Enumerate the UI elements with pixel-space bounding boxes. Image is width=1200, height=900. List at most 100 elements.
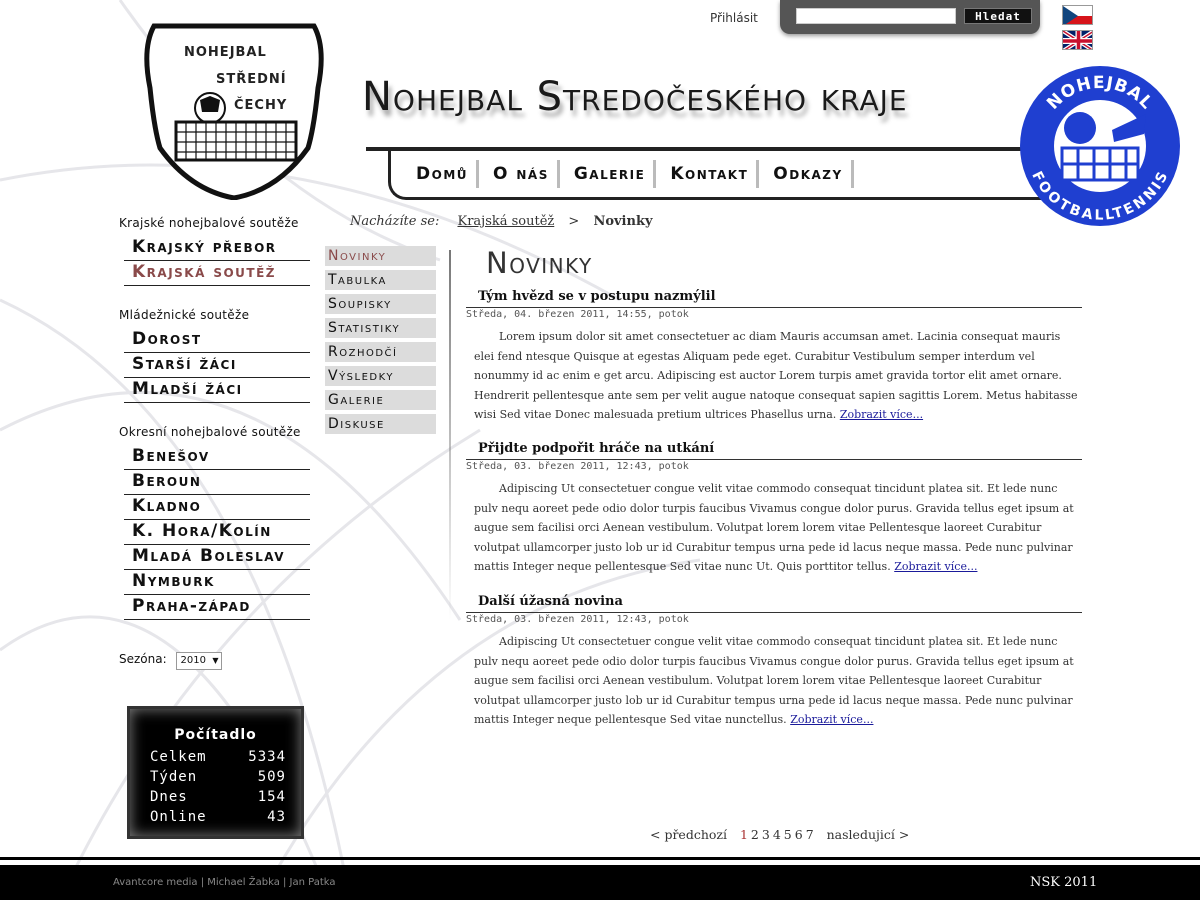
breadcrumb: Nacházíte se: Krajská soutěž > Novinky bbox=[350, 214, 653, 229]
season-label: Sezóna: bbox=[119, 652, 167, 666]
counter-value: 154 bbox=[257, 789, 286, 805]
news-article: Přijdte podpořit hráče na utkání Středa,… bbox=[466, 441, 1082, 577]
pagination: < předchozí 1234567 nasledujicí > bbox=[650, 827, 912, 842]
article-body: Adipiscing Ut consectetuer congue velit … bbox=[466, 632, 1082, 730]
site-logo[interactable]: NOHEJBAL STŘEDNÍ ČECHY bbox=[138, 18, 330, 201]
breadcrumb-link[interactable]: Krajská soutěž bbox=[457, 214, 554, 229]
article-title[interactable]: Další úžasná novina bbox=[466, 594, 1082, 613]
search-button[interactable]: Hledat bbox=[964, 8, 1032, 24]
main-nav: Domů O nás Galerie Kontakt Odkazy bbox=[408, 160, 860, 188]
sidebar-section-title: Okresní nohejbalové soutěže bbox=[119, 425, 301, 439]
page-link[interactable]: 3 bbox=[762, 827, 770, 842]
visit-counter: Počítadlo Celkem 5334 Týden 509 Dnes 154 On… bbox=[127, 706, 304, 839]
counter-label: Online bbox=[150, 809, 207, 825]
sidebar-item-kutna-hora-kolin[interactable]: K. Hora/Kolín bbox=[124, 520, 310, 545]
czech-flag-icon[interactable] bbox=[1062, 5, 1093, 25]
article-text: Lorem ipsum dolor sit amet consectetuer … bbox=[474, 330, 1078, 422]
submenu-vysledky[interactable]: Výsledky bbox=[325, 366, 436, 386]
article-text: Adipiscing Ut consectetuer congue velit … bbox=[474, 482, 1074, 574]
logo-text-line-3: ČECHY bbox=[234, 98, 288, 113]
logo-text-line-1: NOHEJBAL bbox=[184, 45, 267, 60]
footer-credits: Avantcore media | Michael Žabka | Jan Pa… bbox=[113, 877, 336, 888]
submenu-tabulka[interactable]: Tabulka bbox=[325, 270, 436, 290]
sidebar-section-title: Mládežnické soutěže bbox=[119, 308, 250, 322]
submenu-novinky[interactable]: Novinky bbox=[325, 246, 436, 266]
counter-title: Počítadlo bbox=[174, 727, 257, 743]
footer-copyright: NSK 2011 bbox=[1030, 875, 1098, 890]
submenu-rozhodci[interactable]: Rozhodčí bbox=[325, 342, 436, 362]
footballtennis-logo-icon: NOHEJBAL FOOTBALLTENNIS bbox=[1020, 66, 1180, 226]
sidebar-item-mlada-boleslav[interactable]: Mladá Boleslav bbox=[124, 545, 310, 570]
logo-text-line-2: STŘEDNÍ bbox=[216, 72, 287, 87]
page-link[interactable]: 4 bbox=[773, 827, 781, 842]
content-divider bbox=[449, 250, 451, 620]
footballtennis-logo[interactable]: NOHEJBAL FOOTBALLTENNIS bbox=[1018, 64, 1182, 228]
article-body: Adipiscing Ut consectetuer congue velit … bbox=[466, 479, 1082, 577]
page-link[interactable]: 7 bbox=[806, 827, 814, 842]
login-link[interactable]: Přihlásit bbox=[710, 11, 758, 25]
submenu-diskuse[interactable]: Diskuse bbox=[325, 414, 436, 434]
page-link[interactable]: 5 bbox=[784, 827, 792, 842]
article-title[interactable]: Tým hvězd se v postupu nazmýlil bbox=[466, 289, 1082, 308]
read-more-link[interactable]: Zobrazit více... bbox=[894, 560, 977, 573]
section-submenu: Novinky Tabulka Soupisky Statistiky Rozh… bbox=[325, 246, 436, 438]
sidebar-item-nymburk[interactable]: Nymburk bbox=[124, 570, 310, 595]
breadcrumb-prefix: Nacházíte se: bbox=[350, 214, 440, 229]
uk-flag-icon[interactable] bbox=[1062, 30, 1093, 50]
sidebar-section-title: Krajské nohejbalové soutěže bbox=[119, 216, 299, 230]
season-selector: Sezóna: 2010 ▼ bbox=[119, 652, 223, 670]
search-panel: Hledat bbox=[780, 0, 1040, 34]
regional-menu: Krajský přebor Krajská soutěž bbox=[124, 236, 319, 286]
counter-row: Dnes 154 bbox=[150, 789, 286, 805]
counter-row: Týden 509 bbox=[150, 769, 286, 785]
submenu-soupisky[interactable]: Soupisky bbox=[325, 294, 436, 314]
pagination-next[interactable]: nasledujicí > bbox=[827, 827, 910, 842]
sidebar-item-dorost[interactable]: Dorost bbox=[124, 328, 310, 353]
season-value: 2010 bbox=[180, 655, 206, 666]
nav-about[interactable]: O nás bbox=[485, 160, 560, 188]
nav-gallery[interactable]: Galerie bbox=[566, 160, 657, 188]
left-sidebar: Krajské nohejbalové soutěže Krajský přeb… bbox=[119, 216, 319, 620]
page-title: Novinky bbox=[486, 246, 593, 280]
sidebar-item-krajska-soutez[interactable]: Krajská soutěž bbox=[124, 261, 310, 286]
read-more-link[interactable]: Zobrazit více... bbox=[840, 408, 923, 421]
sidebar-item-krajsky-prebor[interactable]: Krajský přebor bbox=[124, 236, 310, 261]
page-link[interactable]: 1 bbox=[740, 827, 748, 842]
season-select[interactable]: 2010 ▼ bbox=[176, 652, 223, 670]
nav-home[interactable]: Domů bbox=[408, 160, 479, 188]
counter-value: 43 bbox=[267, 809, 286, 825]
breadcrumb-current: Novinky bbox=[593, 214, 653, 229]
breadcrumb-separator: > bbox=[568, 214, 580, 229]
chevron-down-icon: ▼ bbox=[212, 656, 219, 665]
article-date: Středa, 03. březen 2011, 12:43, potok bbox=[466, 614, 689, 625]
submenu-statistiky[interactable]: Statistiky bbox=[325, 318, 436, 338]
article-date: Středa, 04. březen 2011, 14:55, potok bbox=[466, 309, 689, 320]
site-title: Nohejbal Stredočeského kraje bbox=[362, 74, 908, 120]
article-body: Lorem ipsum dolor sit amet consectetuer … bbox=[466, 327, 1082, 425]
read-more-link[interactable]: Zobrazit více... bbox=[790, 713, 873, 726]
page-link[interactable]: 2 bbox=[751, 827, 759, 842]
nav-contact[interactable]: Kontakt bbox=[662, 160, 760, 188]
sidebar-item-beroun[interactable]: Beroun bbox=[124, 470, 310, 495]
submenu-galerie[interactable]: Galerie bbox=[325, 390, 436, 410]
article-text: Adipiscing Ut consectetuer congue velit … bbox=[474, 635, 1074, 727]
counter-value: 5334 bbox=[248, 749, 286, 765]
news-article: Další úžasná novina Středa, 03. březen 2… bbox=[466, 594, 1082, 730]
counter-value: 509 bbox=[257, 769, 286, 785]
pagination-prev[interactable]: < předchozí bbox=[650, 827, 727, 842]
sidebar-item-benesov[interactable]: Benešov bbox=[124, 445, 310, 470]
sidebar-item-praha-zapad[interactable]: Praha-západ bbox=[124, 595, 310, 620]
counter-label: Dnes bbox=[150, 789, 188, 805]
sidebar-item-starsi-zaci[interactable]: Starší žáci bbox=[124, 353, 310, 378]
article-date: Středa, 03. březen 2011, 12:43, potok bbox=[466, 461, 689, 472]
page-link[interactable]: 6 bbox=[795, 827, 803, 842]
nav-links[interactable]: Odkazy bbox=[765, 160, 854, 188]
sidebar-item-mladsi-zaci[interactable]: Mladší žáci bbox=[124, 378, 310, 403]
counter-label: Celkem bbox=[150, 749, 207, 765]
article-title[interactable]: Přijdte podpořit hráče na utkání bbox=[466, 441, 1082, 460]
search-input[interactable] bbox=[796, 8, 956, 24]
sidebar-item-kladno[interactable]: Kladno bbox=[124, 495, 310, 520]
counter-row: Celkem 5334 bbox=[150, 749, 286, 765]
counter-row: Online 43 bbox=[150, 809, 286, 825]
counter-label: Týden bbox=[150, 769, 198, 785]
